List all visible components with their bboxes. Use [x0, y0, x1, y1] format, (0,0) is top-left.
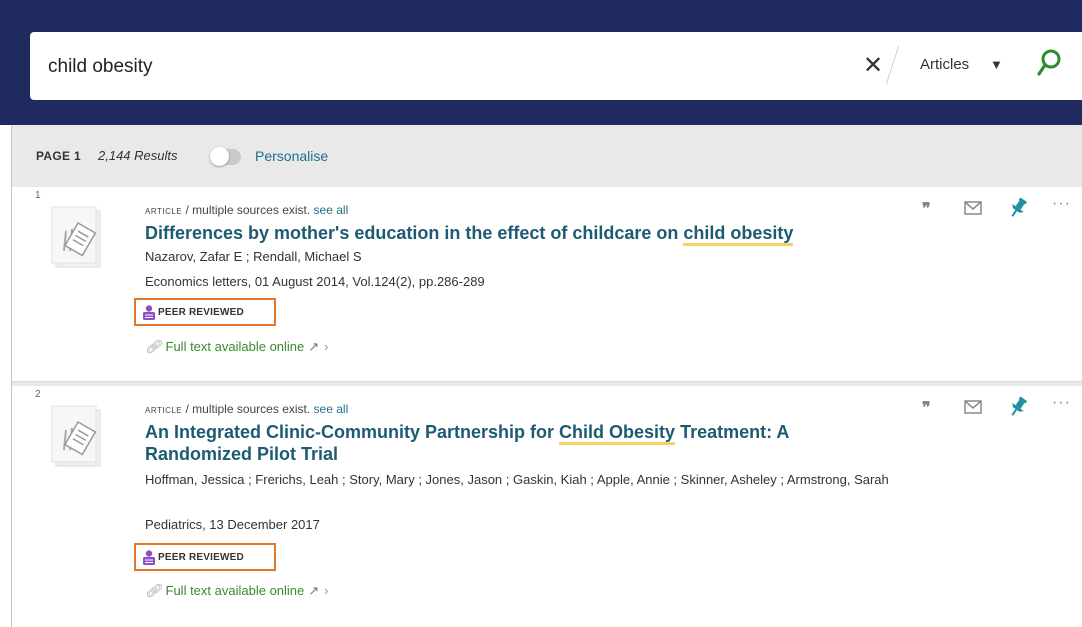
result-actions: ❞ ···	[910, 394, 1071, 420]
fulltext-label: Full text available online	[165, 583, 305, 598]
result-card: 2 article / multiple sources exist. see …	[12, 386, 1082, 627]
envelope-icon[interactable]	[964, 400, 982, 414]
see-all-link[interactable]: see all	[314, 203, 349, 217]
result-source: Economics letters, 01 August 2014, Vol.1…	[145, 274, 485, 289]
result-type-line: article / multiple sources exist. see al…	[145, 402, 348, 416]
article-thumbnail-icon[interactable]	[50, 404, 126, 468]
fulltext-label: Full text available online	[165, 339, 305, 354]
close-icon[interactable]: ✕	[863, 52, 883, 80]
result-title[interactable]: Differences by mother's education in the…	[145, 222, 945, 246]
pin-icon[interactable]	[1008, 396, 1028, 418]
peer-reviewed-badge: PEER REVIEWED	[134, 298, 276, 326]
caret-down-icon[interactable]: ▼	[990, 57, 1003, 72]
result-number: 1	[35, 190, 41, 201]
magnifier-icon[interactable]	[1036, 48, 1062, 78]
result-authors: Nazarov, Zafar E ; Rendall, Michael S	[145, 249, 362, 264]
external-link-icon: ↗	[308, 339, 320, 354]
result-type: article	[145, 402, 183, 416]
title-text: Differences by mother's education in the…	[145, 223, 684, 243]
fulltext-link[interactable]: 🔗︎ Full text available online ↗ ›	[145, 339, 329, 355]
title-highlight: child obesity	[683, 223, 794, 246]
article-thumbnail-icon[interactable]	[50, 205, 126, 269]
chevron-right-icon: ›	[324, 583, 329, 598]
see-all-link[interactable]: see all	[314, 402, 349, 416]
more-icon[interactable]: ···	[1052, 195, 1071, 213]
chevron-right-icon: ›	[324, 339, 329, 354]
personalise-label[interactable]: Personalise	[255, 148, 328, 164]
scope-select[interactable]: Articles	[920, 56, 969, 73]
sources-note: / multiple sources exist.	[185, 203, 311, 217]
quote-icon[interactable]: ❞	[922, 398, 931, 417]
search-divider	[885, 45, 900, 85]
page-label: PAGE 1	[36, 149, 81, 163]
peer-reviewed-icon	[143, 305, 155, 320]
title-highlight: Child Obesity	[559, 422, 676, 445]
result-authors: Hoffman, Jessica ; Frerichs, Leah ; Stor…	[145, 472, 889, 487]
result-card: 1 article / multiple sources exist. see …	[12, 187, 1082, 381]
peer-reviewed-label: PEER REVIEWED	[158, 552, 244, 563]
result-actions: ❞ ···	[910, 195, 1071, 221]
external-link-icon: ↗	[308, 583, 320, 598]
search-box: ✕ Articles ▼	[30, 32, 1082, 100]
result-type-line: article / multiple sources exist. see al…	[145, 203, 348, 217]
title-text: An Integrated Clinic-Community Partnersh…	[145, 422, 560, 442]
peer-reviewed-badge: PEER REVIEWED	[134, 543, 276, 571]
envelope-icon[interactable]	[964, 201, 982, 215]
link-icon: 🔗︎	[145, 339, 162, 354]
peer-reviewed-label: PEER REVIEWED	[158, 307, 244, 318]
more-icon[interactable]: ···	[1052, 394, 1071, 412]
link-icon: 🔗︎	[145, 583, 162, 598]
result-number: 2	[35, 389, 41, 400]
fulltext-link[interactable]: 🔗︎ Full text available online ↗ ›	[145, 583, 329, 599]
results-count: 2,144 Results	[98, 148, 178, 163]
result-source: Pediatrics, 13 December 2017	[145, 517, 320, 532]
toggle-knob	[210, 147, 229, 166]
result-type: article	[145, 203, 183, 217]
personalise-toggle[interactable]	[210, 147, 241, 166]
quote-icon[interactable]: ❞	[922, 199, 931, 218]
search-input[interactable]	[46, 50, 830, 84]
peer-reviewed-icon	[143, 550, 155, 565]
results-header: PAGE 1 2,144 Results Personalise	[12, 125, 1082, 187]
pin-icon[interactable]	[1008, 197, 1028, 219]
result-title[interactable]: An Integrated Clinic-Community Partnersh…	[145, 421, 825, 465]
sources-note: / multiple sources exist.	[185, 402, 311, 416]
